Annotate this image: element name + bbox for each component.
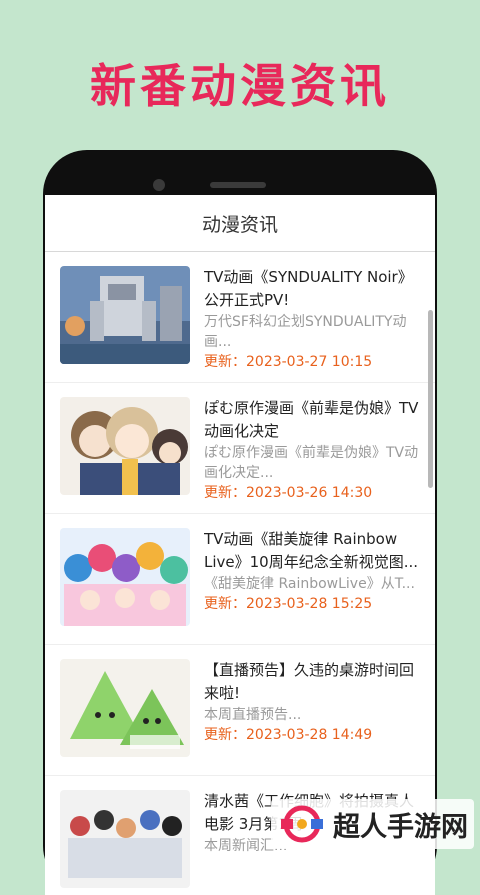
news-thumbnail[interactable] (60, 790, 190, 888)
news-title[interactable]: ぽむ原作漫画《前辈是伪娘》TV动画化决定 (204, 397, 421, 443)
news-thumbnail[interactable] (60, 266, 190, 364)
news-summary: 《甜美旋律 RainbowLive》从T... (204, 576, 415, 592)
news-thumbnail[interactable] (60, 528, 190, 626)
news-date: 更新：2023-03-26 14:30 (204, 485, 373, 501)
watermark-text: 超人手游网 (333, 811, 468, 843)
app-header: 动漫资讯 (45, 195, 435, 252)
news-thumbnail[interactable] (60, 397, 190, 495)
news-item[interactable]: ぽむ原作漫画《前辈是伪娘》TV动画化决定 ぽむ原作漫画《前辈是伪娘》TV动画化决… (45, 383, 435, 514)
page-title: 动漫资讯 (201, 213, 278, 236)
watermark-logo-icon (281, 805, 323, 843)
speaker-grille (210, 182, 266, 188)
news-title[interactable]: 【直播预告】久违的桌游时间回来啦! (204, 659, 421, 705)
news-item[interactable]: 【直播预告】久违的桌游时间回来啦! 本周直播预告... 更新：2023-03-2… (45, 645, 435, 776)
watermark: 超人手游网 (271, 799, 474, 849)
news-summary: 本周直播预告... (204, 707, 302, 723)
news-item[interactable]: TV动画《SYNDUALITY Noir》公开正式PV! 万代SF科幻企划SYN… (45, 252, 435, 383)
news-date: 更新：2023-03-28 14:49 (204, 727, 373, 743)
app-screen: 动漫资讯 TV动画《SYNDUALITY Noir》公开正式PV! 万代SF科幻… (45, 195, 435, 895)
news-date: 更新：2023-03-28 15:25 (204, 596, 373, 612)
news-title[interactable]: TV动画《甜美旋律 Rainbow Live》10周年纪念全新视觉图... (204, 528, 421, 574)
promo-title: 新番动漫资讯 (90, 59, 390, 113)
news-summary: 万代SF科幻企划SYNDUALITY动画... (204, 314, 407, 350)
news-thumbnail[interactable] (60, 659, 190, 757)
news-date: 更新：2023-03-27 10:15 (204, 354, 373, 370)
news-summary: ぽむ原作漫画《前辈是伪娘》TV动画化决定... (204, 445, 419, 481)
camera-icon (153, 179, 165, 191)
scrollbar[interactable] (428, 310, 433, 488)
news-title[interactable]: TV动画《SYNDUALITY Noir》公开正式PV! (204, 266, 421, 312)
news-item[interactable]: TV动画《甜美旋律 Rainbow Live》10周年纪念全新视觉图... 《甜… (45, 514, 435, 645)
